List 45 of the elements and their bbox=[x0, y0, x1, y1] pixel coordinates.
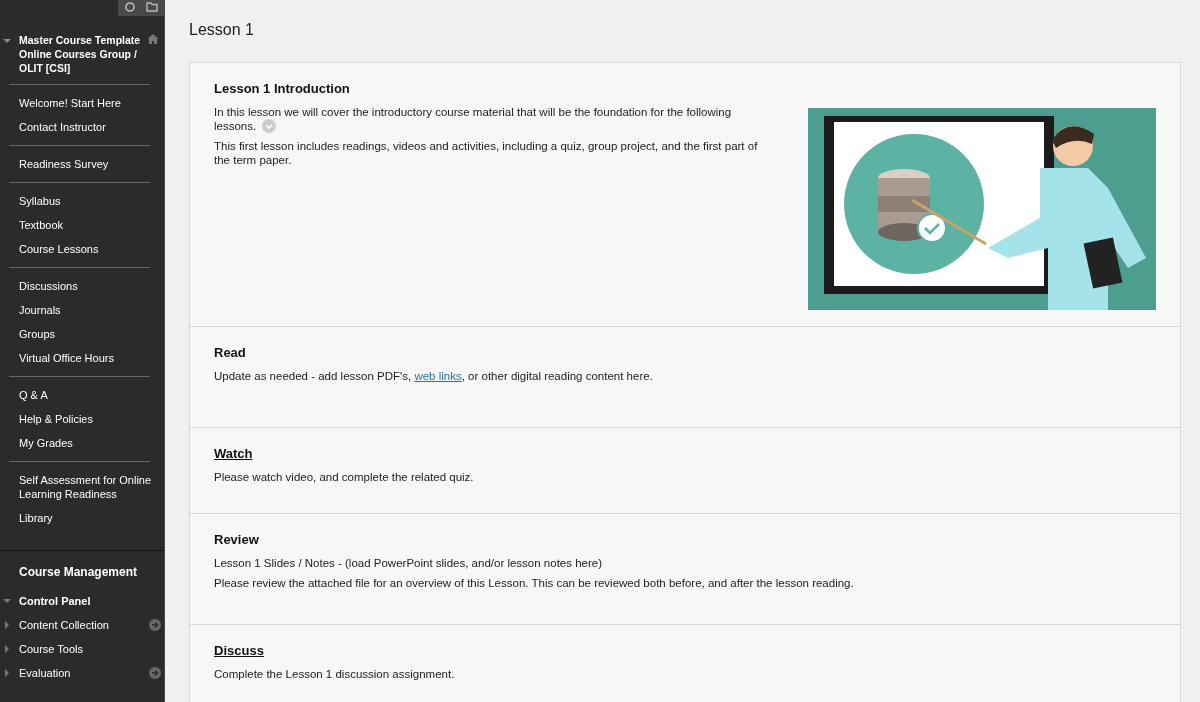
section-link[interactable]: Discuss bbox=[214, 643, 264, 658]
section-title: Review bbox=[214, 532, 259, 547]
caret-icon[interactable] bbox=[3, 597, 11, 605]
arrow-circle-icon[interactable] bbox=[149, 667, 161, 679]
web-links-link[interactable]: web links bbox=[414, 370, 462, 382]
sidebar-item[interactable]: Syllabus bbox=[19, 189, 61, 213]
sidebar-item[interactable]: Discussions bbox=[19, 274, 78, 298]
paragraph: Please review the attached file for an overview of this Lesson. This can be reviewed both before, and after the lesson reading. bbox=[214, 576, 855, 590]
refresh-icon[interactable] bbox=[124, 1, 136, 13]
paragraph: In this lesson we will cover the introductory course material that will be the foundation for the following lessons. bbox=[214, 105, 733, 133]
sidebar-item[interactable]: Contact Instructor bbox=[19, 115, 106, 139]
section-title: Lesson 1 Introduction bbox=[214, 81, 350, 96]
section-title: Course Management bbox=[18, 565, 139, 579]
sidebar-item[interactable]: Welcome! Start Here bbox=[19, 91, 121, 115]
control-panel-link[interactable]: Control Panel bbox=[19, 595, 91, 607]
folder-icon[interactable] bbox=[146, 1, 158, 13]
sidebar-item[interactable]: Course Lessons bbox=[19, 237, 99, 261]
sidebar-item[interactable]: Library bbox=[19, 506, 53, 530]
page-title: Lesson 1 bbox=[189, 21, 255, 39]
caret-icon[interactable] bbox=[3, 645, 11, 653]
sidebar-item[interactable]: Evaluation bbox=[19, 667, 149, 679]
caret-icon[interactable] bbox=[3, 37, 11, 45]
caret-icon[interactable] bbox=[3, 621, 11, 629]
sidebar-item[interactable]: Textbook bbox=[19, 213, 64, 237]
paragraph: Please watch video, and complete the related quiz. bbox=[214, 470, 475, 484]
home-icon[interactable] bbox=[147, 33, 159, 45]
sidebar-item[interactable]: Groups bbox=[19, 322, 56, 346]
sidebar-item[interactable]: Journals bbox=[19, 298, 61, 322]
sidebar-item[interactable]: Q & A bbox=[19, 383, 48, 407]
arrow-circle-icon[interactable] bbox=[149, 619, 161, 631]
sidebar-item[interactable]: Virtual Office Hours bbox=[19, 346, 114, 370]
section-link[interactable]: Watch bbox=[214, 446, 253, 461]
sidebar-item[interactable]: Course Tools bbox=[19, 643, 161, 655]
sidebar-item[interactable]: Readiness Survey bbox=[19, 152, 109, 176]
paragraph: Update as needed - add lesson PDF's, web links, or other digital reading content here. bbox=[214, 369, 654, 383]
paragraph: Complete the Lesson 1 discussion assignment. bbox=[214, 667, 456, 681]
sidebar-item[interactable]: My Grades bbox=[19, 431, 73, 455]
sidebar-item[interactable]: Content Collection bbox=[19, 619, 149, 631]
section-title: Read bbox=[214, 345, 246, 360]
caret-icon[interactable] bbox=[3, 669, 11, 677]
sidebar-item[interactable]: Help & Policies bbox=[19, 407, 93, 431]
paragraph: This first lesson includes readings, videos and activities, including a quiz, group project, and the first part of the term paper. bbox=[214, 139, 759, 167]
paragraph: Lesson 1 Slides / Notes - (load PowerPoint slides, and/or lesson notes here) bbox=[214, 556, 603, 570]
sidebar-item[interactable]: Self Assessment for Online Learning Readiness bbox=[19, 468, 162, 506]
course-title[interactable]: Master Course Template Online Courses Group / OLIT [CSI] bbox=[19, 33, 147, 75]
